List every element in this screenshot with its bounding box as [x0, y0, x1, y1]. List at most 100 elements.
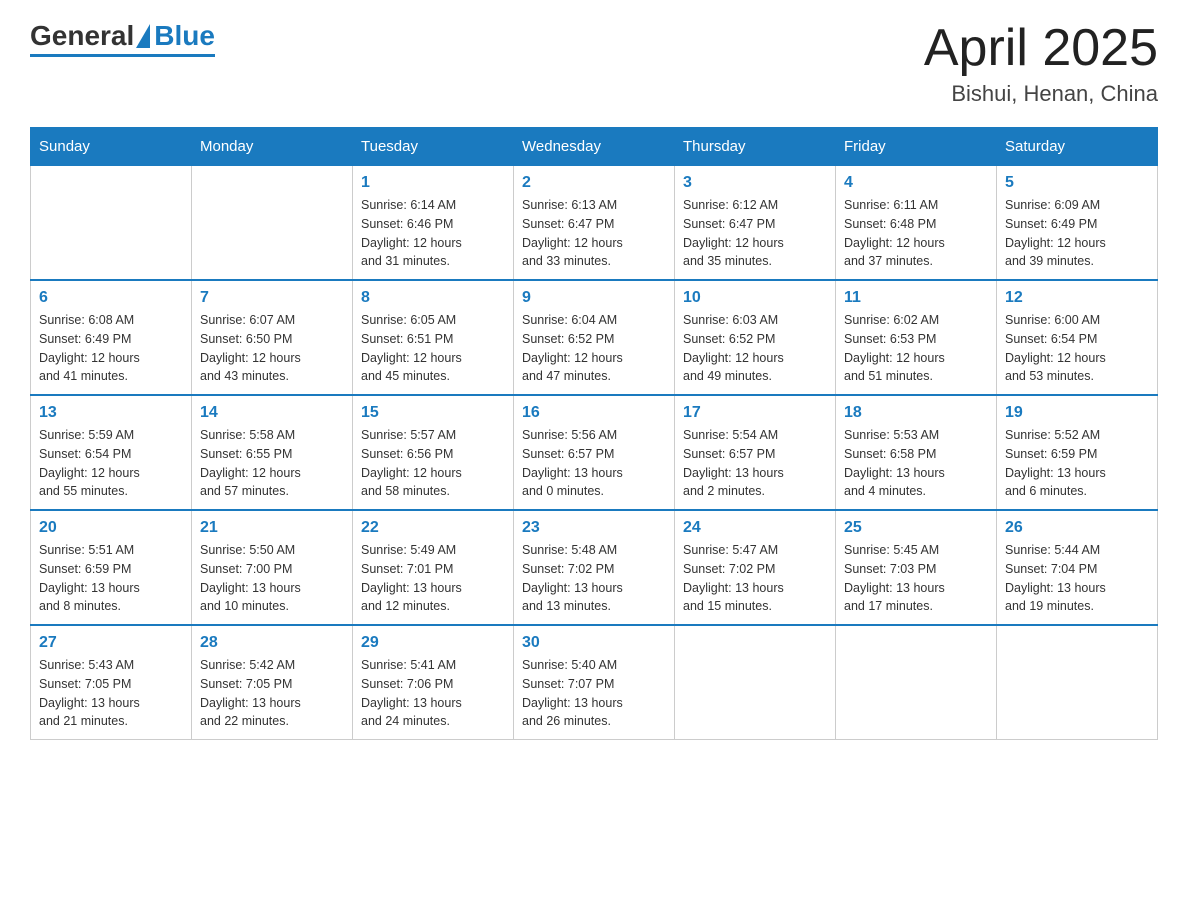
- calendar-cell: 2Sunrise: 6:13 AMSunset: 6:47 PMDaylight…: [514, 166, 675, 281]
- calendar-cell: 4 Sunrise: 6:11 AMSunset: 6:48 PMDaylight…: [836, 166, 997, 281]
- day-number: 4: [844, 174, 988, 192]
- weekday-header-sunday: Sunday: [31, 128, 192, 166]
- calendar-cell: 14Sunrise: 5:58 AMSunset: 6:55 PMDayligh…: [192, 395, 353, 510]
- day-number: 1: [361, 174, 505, 192]
- calendar-cell: 11 Sunrise: 6:02 AMSunset: 6:53 PMDayligh…: [836, 280, 997, 395]
- logo-text: General Blue: [30, 20, 215, 52]
- day-info: Sunrise: 5:53 AMSunset: 6:58 PMDaylight:…: [844, 426, 988, 501]
- calendar-cell: 18Sunrise: 5:53 AMSunset: 6:58 PMDayligh…: [836, 395, 997, 510]
- day-info: Sunrise: 5:43 AMSunset: 7:05 PMDaylight:…: [39, 656, 183, 731]
- day-number: 12: [1005, 289, 1149, 307]
- day-info: Sunrise: 6:00 AMSunset: 6:54 PMDaylight:…: [1005, 311, 1149, 386]
- calendar-cell: 6 Sunrise: 6:08 AMSunset: 6:49 PMDaylight…: [31, 280, 192, 395]
- day-number: 6: [39, 289, 183, 307]
- logo: General Blue: [30, 20, 215, 57]
- calendar-cell: 24Sunrise: 5:47 AMSunset: 7:02 PMDayligh…: [675, 510, 836, 625]
- title-section: April 2025 Bishui, Henan, China: [924, 20, 1158, 107]
- calendar-cell: [675, 625, 836, 740]
- day-info: Sunrise: 6:09 AMSunset: 6:49 PMDaylight:…: [1005, 196, 1149, 271]
- day-number: 29: [361, 634, 505, 652]
- day-number: 19: [1005, 404, 1149, 422]
- day-number: 8: [361, 289, 505, 307]
- day-number: 11: [844, 289, 988, 307]
- weekday-header-wednesday: Wednesday: [514, 128, 675, 166]
- logo-triangle-icon: [136, 24, 150, 48]
- calendar-cell: [192, 166, 353, 281]
- calendar-cell: [836, 625, 997, 740]
- logo-underline: [30, 54, 215, 57]
- calendar-cell: 21 Sunrise: 5:50 AMSunset: 7:00 PMDayligh…: [192, 510, 353, 625]
- calendar-cell: 28Sunrise: 5:42 AMSunset: 7:05 PMDayligh…: [192, 625, 353, 740]
- day-number: 2: [522, 174, 666, 192]
- calendar-cell: 7Sunrise: 6:07 AMSunset: 6:50 PMDaylight…: [192, 280, 353, 395]
- calendar-header-row: SundayMondayTuesdayWednesdayThursdayFrid…: [31, 128, 1158, 166]
- day-info: Sunrise: 5:40 AMSunset: 7:07 PMDaylight:…: [522, 656, 666, 731]
- calendar-cell: 29Sunrise: 5:41 AMSunset: 7:06 PMDayligh…: [353, 625, 514, 740]
- day-info: Sunrise: 5:57 AMSunset: 6:56 PMDaylight:…: [361, 426, 505, 501]
- day-number: 10: [683, 289, 827, 307]
- calendar-cell: 30 Sunrise: 5:40 AMSunset: 7:07 PMDayligh…: [514, 625, 675, 740]
- calendar-cell: 19 Sunrise: 5:52 AMSunset: 6:59 PMDayligh…: [997, 395, 1158, 510]
- day-info: Sunrise: 6:04 AMSunset: 6:52 PMDaylight:…: [522, 311, 666, 386]
- day-info: Sunrise: 5:47 AMSunset: 7:02 PMDaylight:…: [683, 541, 827, 616]
- month-title: April 2025: [924, 20, 1158, 77]
- day-info: Sunrise: 6:02 AMSunset: 6:53 PMDaylight:…: [844, 311, 988, 386]
- calendar-cell: 27 Sunrise: 5:43 AMSunset: 7:05 PMDayligh…: [31, 625, 192, 740]
- calendar-cell: [31, 166, 192, 281]
- calendar-cell: 26 Sunrise: 5:44 AMSunset: 7:04 PMDayligh…: [997, 510, 1158, 625]
- day-info: Sunrise: 5:56 AMSunset: 6:57 PMDaylight:…: [522, 426, 666, 501]
- day-number: 9: [522, 289, 666, 307]
- day-info: Sunrise: 5:52 AMSunset: 6:59 PMDaylight:…: [1005, 426, 1149, 501]
- calendar-cell: 23 Sunrise: 5:48 AMSunset: 7:02 PMDayligh…: [514, 510, 675, 625]
- day-number: 20: [39, 519, 183, 537]
- day-number: 14: [200, 404, 344, 422]
- day-number: 13: [39, 404, 183, 422]
- calendar-cell: 16 Sunrise: 5:56 AMSunset: 6:57 PMDayligh…: [514, 395, 675, 510]
- day-info: Sunrise: 5:50 AMSunset: 7:00 PMDaylight:…: [200, 541, 344, 616]
- calendar-week-row: 6 Sunrise: 6:08 AMSunset: 6:49 PMDaylight…: [31, 280, 1158, 395]
- day-number: 23: [522, 519, 666, 537]
- day-info: Sunrise: 5:54 AMSunset: 6:57 PMDaylight:…: [683, 426, 827, 501]
- weekday-header-monday: Monday: [192, 128, 353, 166]
- day-info: Sunrise: 5:59 AMSunset: 6:54 PMDaylight:…: [39, 426, 183, 501]
- calendar-cell: 5 Sunrise: 6:09 AMSunset: 6:49 PMDaylight…: [997, 166, 1158, 281]
- day-info: Sunrise: 5:48 AMSunset: 7:02 PMDaylight:…: [522, 541, 666, 616]
- calendar-cell: 15 Sunrise: 5:57 AMSunset: 6:56 PMDayligh…: [353, 395, 514, 510]
- calendar-cell: 13 Sunrise: 5:59 AMSunset: 6:54 PMDayligh…: [31, 395, 192, 510]
- calendar-cell: 20 Sunrise: 5:51 AMSunset: 6:59 PMDayligh…: [31, 510, 192, 625]
- weekday-header-tuesday: Tuesday: [353, 128, 514, 166]
- calendar-table: SundayMondayTuesdayWednesdayThursdayFrid…: [30, 127, 1158, 740]
- calendar-cell: 17 Sunrise: 5:54 AMSunset: 6:57 PMDayligh…: [675, 395, 836, 510]
- calendar-cell: 1Sunrise: 6:14 AMSunset: 6:46 PMDaylight…: [353, 166, 514, 281]
- day-number: 7: [200, 289, 344, 307]
- day-info: Sunrise: 6:11 AMSunset: 6:48 PMDaylight:…: [844, 196, 988, 271]
- calendar-week-row: 20 Sunrise: 5:51 AMSunset: 6:59 PMDayligh…: [31, 510, 1158, 625]
- day-number: 22: [361, 519, 505, 537]
- page-header: General Blue April 2025 Bishui, Henan, C…: [30, 20, 1158, 107]
- calendar-cell: 3Sunrise: 6:12 AMSunset: 6:47 PMDaylight…: [675, 166, 836, 281]
- calendar-cell: [997, 625, 1158, 740]
- weekday-header-saturday: Saturday: [997, 128, 1158, 166]
- day-number: 30: [522, 634, 666, 652]
- weekday-header-friday: Friday: [836, 128, 997, 166]
- day-number: 27: [39, 634, 183, 652]
- day-number: 3: [683, 174, 827, 192]
- day-number: 5: [1005, 174, 1149, 192]
- day-number: 26: [1005, 519, 1149, 537]
- calendar-week-row: 1Sunrise: 6:14 AMSunset: 6:46 PMDaylight…: [31, 166, 1158, 281]
- day-info: Sunrise: 5:51 AMSunset: 6:59 PMDaylight:…: [39, 541, 183, 616]
- day-info: Sunrise: 6:08 AMSunset: 6:49 PMDaylight:…: [39, 311, 183, 386]
- logo-general: General: [30, 20, 134, 52]
- calendar-week-row: 27 Sunrise: 5:43 AMSunset: 7:05 PMDayligh…: [31, 625, 1158, 740]
- day-number: 28: [200, 634, 344, 652]
- day-info: Sunrise: 6:03 AMSunset: 6:52 PMDaylight:…: [683, 311, 827, 386]
- calendar-cell: 25Sunrise: 5:45 AMSunset: 7:03 PMDayligh…: [836, 510, 997, 625]
- day-number: 15: [361, 404, 505, 422]
- day-info: Sunrise: 5:44 AMSunset: 7:04 PMDaylight:…: [1005, 541, 1149, 616]
- location: Bishui, Henan, China: [924, 81, 1158, 107]
- day-number: 25: [844, 519, 988, 537]
- day-info: Sunrise: 5:49 AMSunset: 7:01 PMDaylight:…: [361, 541, 505, 616]
- day-number: 17: [683, 404, 827, 422]
- day-number: 21: [200, 519, 344, 537]
- day-number: 16: [522, 404, 666, 422]
